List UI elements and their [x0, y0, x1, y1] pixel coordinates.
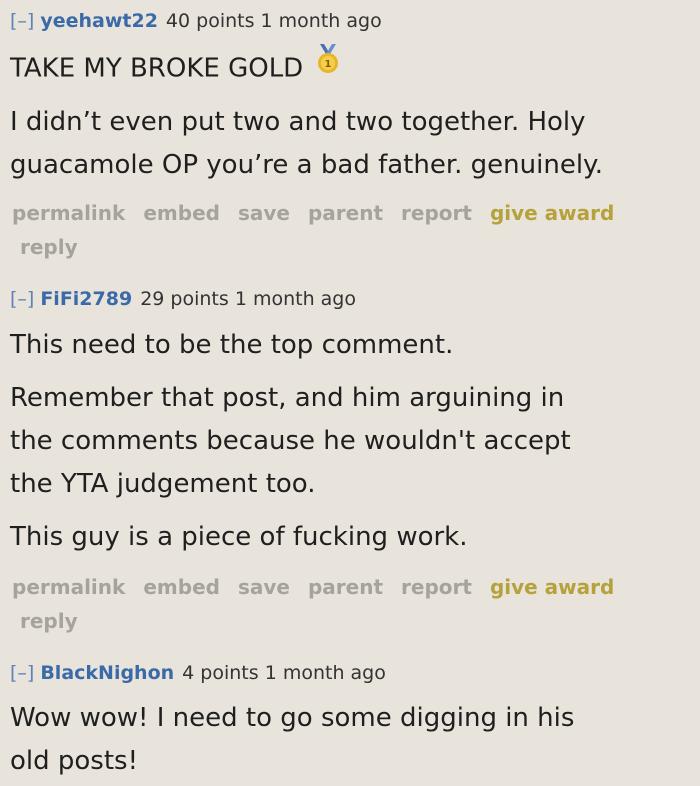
permalink-button[interactable]: permalink [12, 201, 125, 225]
comment-text-line: the YTA judgement too. [10, 469, 316, 499]
comment-tagline: [–] BlackNighon 4 points 1 month ago [10, 661, 386, 685]
save-button[interactable]: save [238, 201, 290, 225]
author-link[interactable]: FiFi2789 [40, 288, 132, 310]
save-button[interactable]: save [238, 575, 290, 599]
parent-button[interactable]: parent [308, 201, 383, 225]
reply-button[interactable]: reply [20, 230, 78, 264]
collapse-button[interactable]: [–] [10, 662, 34, 684]
comment-actions: permalink embed save parent report give award [12, 570, 632, 604]
comment-text-line: TAKE MY BROKE GOLD 1 [10, 44, 341, 91]
comment-text-line: I didn’t even put two and two together. … [10, 107, 586, 137]
parent-button[interactable]: parent [308, 575, 383, 599]
give-award-button[interactable]: give award [490, 201, 614, 225]
comment-text-line: This guy is a piece of fucking work. [10, 522, 468, 552]
score-time: 4 points 1 month ago [182, 662, 386, 684]
comment-text-line: the comments because he wouldn't accept [10, 426, 571, 456]
comment-tagline: [–] yeehawt22 40 points 1 month ago [10, 9, 382, 33]
reply-button[interactable]: reply [20, 604, 78, 638]
comment-text-line: guacamole OP you’re a bad father. genuin… [10, 150, 603, 180]
comment-text-line: This need to be the top comment. [10, 330, 454, 360]
report-button[interactable]: report [401, 201, 472, 225]
collapse-button[interactable]: [–] [10, 288, 34, 310]
svg-text:1: 1 [325, 59, 332, 70]
author-link[interactable]: yeehawt22 [40, 10, 158, 32]
embed-button[interactable]: embed [143, 201, 220, 225]
give-award-button[interactable]: give award [490, 575, 614, 599]
permalink-button[interactable]: permalink [12, 575, 125, 599]
comment-text-line: old posts! [10, 746, 139, 776]
author-link[interactable]: BlackNighon [40, 662, 174, 684]
comment-tagline: [–] FiFi2789 29 points 1 month ago [10, 287, 356, 311]
comment-actions: permalink embed save parent report give award [12, 196, 632, 230]
comment-text-line: Remember that post, and him arguining in [10, 383, 565, 413]
score-time: 40 points 1 month ago [165, 10, 382, 32]
report-button[interactable]: report [401, 575, 472, 599]
comment-text: TAKE MY BROKE GOLD [10, 53, 304, 84]
comment-text-line: Wow wow! I need to go some digging in hi… [10, 703, 575, 733]
gold-medal-icon: 1 [315, 44, 341, 88]
embed-button[interactable]: embed [143, 575, 220, 599]
score-time: 29 points 1 month ago [140, 288, 356, 310]
collapse-button[interactable]: [–] [10, 10, 34, 32]
